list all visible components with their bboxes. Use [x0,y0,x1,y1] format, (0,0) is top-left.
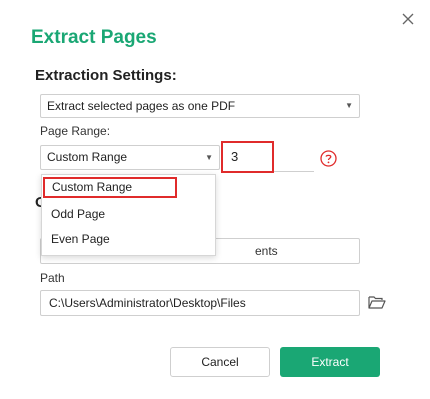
range-type-select[interactable]: Custom Range ▼ [40,145,220,170]
range-type-value: Custom Range [47,150,128,164]
dialog-title: Extract Pages [31,27,157,48]
page-range-value: 3 [231,149,239,164]
chevron-down-icon: ▼ [205,153,213,162]
chevron-down-icon: ▼ [345,101,353,110]
page-range-input[interactable]: 3 [221,141,274,173]
extraction-mode-value: Extract selected pages as one PDF [47,99,236,113]
path-value: C:\Users\Administrator\Desktop\Files [49,296,246,310]
range-input-underline [274,171,314,172]
extract-pages-dialog: Extract Pages Extraction Settings: Extra… [0,0,430,399]
dropdown-option-even-page[interactable]: Even Page [42,227,215,251]
question-circle-icon[interactable] [320,150,337,167]
range-type-dropdown: Custom Range Odd Page Even Page [41,174,216,256]
cancel-button[interactable]: Cancel [170,347,270,377]
path-field[interactable]: C:\Users\Administrator\Desktop\Files [40,290,360,316]
extract-button[interactable]: Extract [280,347,380,377]
extraction-settings-heading: Extraction Settings: [35,67,177,84]
page-range-label: Page Range: [40,124,111,138]
dropdown-option-odd-page[interactable]: Odd Page [42,202,215,226]
extraction-mode-select[interactable]: Extract selected pages as one PDF ▼ [40,94,360,118]
file-name-value: ents [255,244,278,258]
path-label: Path [40,271,65,285]
close-icon[interactable] [398,9,418,29]
folder-open-icon[interactable] [368,294,386,310]
dropdown-option-custom-range[interactable]: Custom Range [43,177,177,198]
